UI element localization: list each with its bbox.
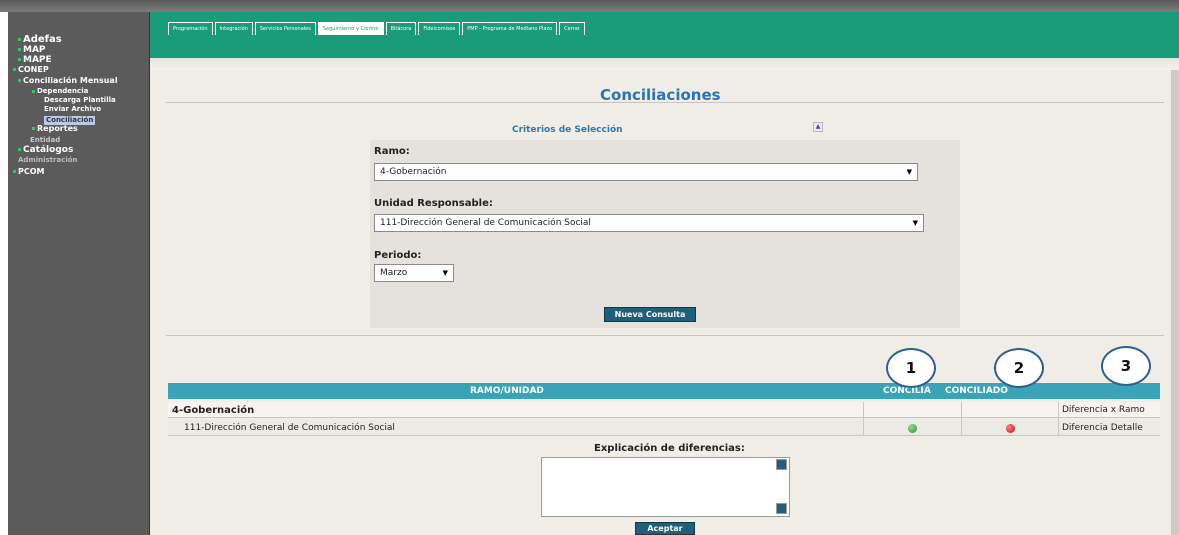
tab-seguimiento-control[interactable]: Seguimiento y Control xyxy=(317,22,384,35)
annotation-circle-2: 2 xyxy=(994,348,1044,388)
tab-integracion[interactable]: Integración xyxy=(214,22,253,35)
top-nav: Programación Integración Servicios Perso… xyxy=(150,12,1179,58)
sidebar-item-mape[interactable]: MAPE xyxy=(18,56,52,65)
sidebar-item-dependencia[interactable]: Dependencia xyxy=(32,88,88,95)
tab-pmp[interactable]: PMP - Programa de Mediano Plazo xyxy=(462,22,558,35)
sidebar-item-map[interactable]: MAP xyxy=(18,46,46,55)
bullet-icon xyxy=(18,148,21,151)
top-strip xyxy=(0,0,1179,12)
column-separator xyxy=(961,402,962,436)
tab-cerrar[interactable]: Cerrar xyxy=(559,22,585,35)
divider xyxy=(166,335,1164,336)
column-separator xyxy=(863,402,864,436)
bullet-icon xyxy=(13,68,16,71)
dropdown-arrow-icon: ▼ xyxy=(442,269,448,277)
header-conciliado: CONCILIADO xyxy=(945,386,1008,396)
criteria-title: Criterios de Selección xyxy=(512,125,623,135)
sidebar-item-conciliacion-mensual[interactable]: Conciliación Mensual xyxy=(18,77,118,85)
bullet-icon xyxy=(18,79,21,82)
nav-tabs: Programación Integración Servicios Perso… xyxy=(168,22,587,35)
sidebar-item-label: Adefas xyxy=(23,34,62,45)
sidebar-item-label: MAP xyxy=(23,45,46,55)
dropdown-arrow-icon: ▼ xyxy=(906,168,912,176)
tab-servicios-personales[interactable]: Servicios Personales xyxy=(254,22,316,35)
sidebar-item-label: Enviar Archivo xyxy=(44,105,102,113)
bullet-icon xyxy=(32,89,35,93)
diferencia-ramo-link[interactable]: Diferencia x Ramo xyxy=(1062,405,1145,415)
periodo-select[interactable]: Marzo ▼ xyxy=(374,264,454,282)
explicacion-textarea[interactable] xyxy=(541,457,790,517)
sidebar-item-entidad[interactable]: Entidad xyxy=(30,137,60,144)
explicacion-label: Explicación de diferencias: xyxy=(594,443,745,454)
app-root: Adefas MAP MAPE CONEP Conciliación Mensu… xyxy=(0,0,1179,535)
sidebar-item-label: PCOM xyxy=(18,167,45,176)
sidebar-item-pcom[interactable]: PCOM xyxy=(13,168,45,176)
ramo-select[interactable]: 4-Gobernación ▼ xyxy=(374,163,918,181)
unidad-responsable-value: 111-Dirección General de Comunicación So… xyxy=(380,218,591,228)
bullet-icon xyxy=(32,127,35,130)
bullet-icon xyxy=(18,37,21,41)
sidebar-item-label: Entidad xyxy=(30,136,61,144)
diferencia-detalle-link[interactable]: Diferencia Detalle xyxy=(1062,423,1143,433)
bullet-icon xyxy=(13,170,16,173)
tab-programacion[interactable]: Programación xyxy=(168,22,213,35)
sidebar-item-label: Conciliación Mensual xyxy=(23,76,118,85)
aceptar-button[interactable]: Aceptar xyxy=(635,522,695,535)
sidebar: Adefas MAP MAPE CONEP Conciliación Mensu… xyxy=(8,12,150,535)
dropdown-arrow-icon: ▼ xyxy=(912,219,918,227)
caret-up-icon[interactable]: ▲ xyxy=(813,122,823,132)
bullet-icon xyxy=(18,48,21,51)
sidebar-item-conep[interactable]: CONEP xyxy=(13,66,49,74)
periodo-label: Periodo: xyxy=(374,250,422,261)
annotation-circle-3: 3 xyxy=(1101,346,1151,386)
row-ramo-label: 4-Gobernación xyxy=(172,405,255,416)
ramo-select-value: 4-Gobernación xyxy=(380,167,447,177)
sidebar-item-adefas[interactable]: Adefas xyxy=(18,35,62,45)
ramo-label: Ramo: xyxy=(374,146,410,157)
table-row xyxy=(168,402,1160,418)
sidebar-item-label: Reportes xyxy=(37,124,78,133)
sidebar-item-label: Catálogos xyxy=(23,145,74,155)
sidebar-item-label: MAPE xyxy=(23,55,52,65)
annotation-circle-1: 1 xyxy=(886,348,936,388)
periodo-value: Marzo xyxy=(380,268,408,278)
nav-subbar xyxy=(150,58,1179,70)
column-separator xyxy=(1058,402,1059,436)
unidad-responsable-select[interactable]: 111-Dirección General de Comunicación So… xyxy=(374,214,924,232)
sidebar-item-administracion[interactable]: Administración xyxy=(18,157,78,164)
tab-fideicomisos[interactable]: Fideicomisos xyxy=(418,22,461,35)
divider xyxy=(166,102,1164,103)
sidebar-item-catalogos[interactable]: Catálogos xyxy=(18,146,73,155)
bullet-icon xyxy=(18,58,21,61)
sidebar-item-label: Descarga Plantilla xyxy=(44,96,116,104)
sidebar-item-descarga-plantilla[interactable]: Descarga Plantilla xyxy=(44,97,116,104)
sidebar-item-label: Administración xyxy=(18,156,78,164)
scroll-down-icon[interactable] xyxy=(776,503,787,514)
header-ramo-unidad: RAMO/UNIDAD xyxy=(470,386,544,396)
nueva-consulta-button[interactable]: Nueva Consulta xyxy=(604,307,696,322)
sidebar-item-label: Dependencia xyxy=(37,87,89,95)
scroll-up-icon[interactable] xyxy=(776,459,787,470)
sidebar-item-enviar-archivo[interactable]: Enviar Archivo xyxy=(44,106,101,113)
vertical-scrollbar[interactable] xyxy=(1171,70,1179,535)
sidebar-item-label: CONEP xyxy=(18,65,49,74)
unidad-responsable-label: Unidad Responsable: xyxy=(374,198,493,209)
conciliado-status-icon xyxy=(1006,424,1015,433)
tab-bitacora[interactable]: Bitácora xyxy=(385,22,417,35)
sidebar-item-label: Conciliación xyxy=(46,116,94,124)
row-unidad-label: 111-Dirección General de Comunicación So… xyxy=(184,423,395,433)
concilia-status-icon xyxy=(908,424,917,433)
sidebar-item-reportes[interactable]: Reportes xyxy=(32,125,78,133)
